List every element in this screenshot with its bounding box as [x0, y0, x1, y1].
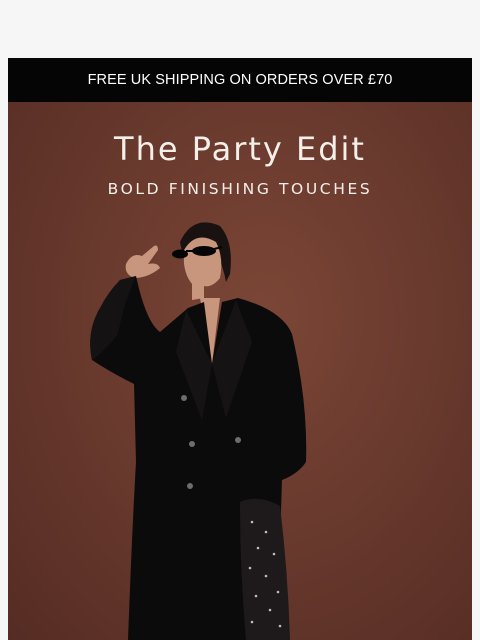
- hero-banner[interactable]: The Party Edit BOLD FINISHING TOUCHES: [8, 102, 472, 640]
- model-hand: [125, 245, 160, 278]
- promo-banner[interactable]: FREE UK SHIPPING ON ORDERS OVER £70: [8, 58, 472, 102]
- email-container: FREE UK SHIPPING ON ORDERS OVER £70 The …: [8, 58, 472, 640]
- hero-title: The Party Edit: [114, 130, 366, 168]
- promo-text: FREE UK SHIPPING ON ORDERS OVER £70: [87, 72, 393, 88]
- hero-subtitle: BOLD FINISHING TOUCHES: [107, 180, 373, 198]
- model-leg: [240, 498, 290, 640]
